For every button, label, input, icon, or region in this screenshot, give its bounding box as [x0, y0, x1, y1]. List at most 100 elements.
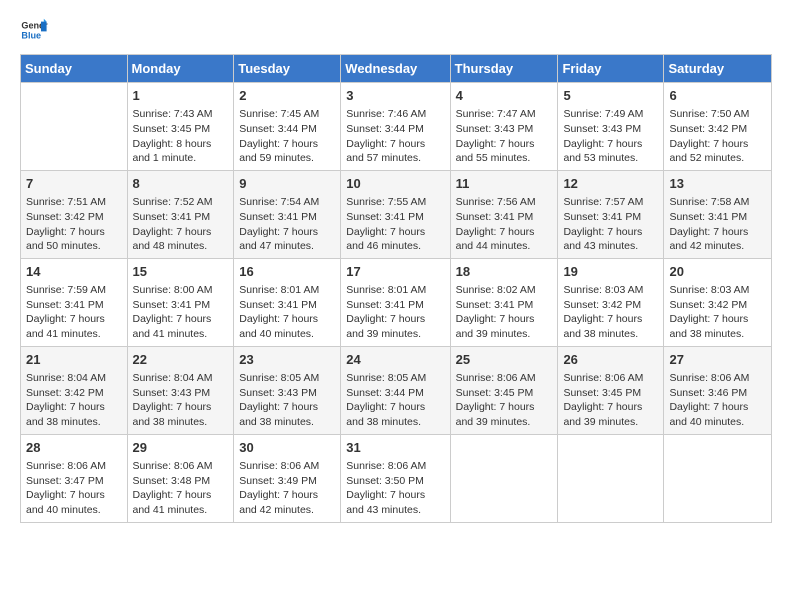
day-info: Sunrise: 8:00 AMSunset: 3:41 PMDaylight:… — [133, 283, 229, 342]
day-info: Sunrise: 8:06 AMSunset: 3:47 PMDaylight:… — [26, 459, 122, 518]
calendar-header-row: SundayMondayTuesdayWednesdayThursdayFrid… — [21, 55, 772, 83]
day-info: Sunrise: 8:05 AMSunset: 3:43 PMDaylight:… — [239, 371, 335, 430]
day-number: 13 — [669, 175, 766, 193]
calendar-cell: 27 Sunrise: 8:06 AMSunset: 3:46 PMDayligh… — [664, 346, 772, 434]
header-cell-monday: Monday — [127, 55, 234, 83]
header-cell-wednesday: Wednesday — [341, 55, 450, 83]
calendar-cell: 25 Sunrise: 8:06 AMSunset: 3:45 PMDayligh… — [450, 346, 558, 434]
svg-text:Blue: Blue — [21, 30, 41, 40]
day-info: Sunrise: 7:54 AMSunset: 3:41 PMDaylight:… — [239, 195, 335, 254]
day-number: 28 — [26, 439, 122, 457]
calendar-cell: 16 Sunrise: 8:01 AMSunset: 3:41 PMDayligh… — [234, 258, 341, 346]
calendar-cell: 13 Sunrise: 7:58 AMSunset: 3:41 PMDayligh… — [664, 170, 772, 258]
calendar-cell: 15 Sunrise: 8:00 AMSunset: 3:41 PMDayligh… — [127, 258, 234, 346]
day-number: 26 — [563, 351, 658, 369]
day-number: 15 — [133, 263, 229, 281]
day-info: Sunrise: 7:56 AMSunset: 3:41 PMDaylight:… — [456, 195, 553, 254]
calendar-cell: 12 Sunrise: 7:57 AMSunset: 3:41 PMDayligh… — [558, 170, 664, 258]
calendar-cell: 24Sunrise: 8:05 AMSunset: 3:44 PMDayligh… — [341, 346, 450, 434]
calendar-week-row: 14 Sunrise: 7:59 AMSunset: 3:41 PMDayligh… — [21, 258, 772, 346]
calendar-cell: 29Sunrise: 8:06 AMSunset: 3:48 PMDayligh… — [127, 434, 234, 522]
calendar-cell: 31Sunrise: 8:06 AMSunset: 3:50 PMDayligh… — [341, 434, 450, 522]
calendar-cell: 3 Sunrise: 7:46 AMSunset: 3:44 PMDaylight… — [341, 83, 450, 171]
day-info: Sunrise: 8:05 AMSunset: 3:44 PMDaylight:… — [346, 371, 444, 430]
day-number: 11 — [456, 175, 553, 193]
calendar-cell — [450, 434, 558, 522]
day-info: Sunrise: 7:46 AMSunset: 3:44 PMDaylight:… — [346, 107, 444, 166]
calendar-cell: 26Sunrise: 8:06 AMSunset: 3:45 PMDayligh… — [558, 346, 664, 434]
day-number: 1 — [133, 87, 229, 105]
header-cell-thursday: Thursday — [450, 55, 558, 83]
day-number: 25 — [456, 351, 553, 369]
page-header: General Blue — [20, 16, 772, 44]
calendar-cell: 28 Sunrise: 8:06 AMSunset: 3:47 PMDayligh… — [21, 434, 128, 522]
calendar-cell: 9 Sunrise: 7:54 AMSunset: 3:41 PMDaylight… — [234, 170, 341, 258]
day-info: Sunrise: 7:50 AMSunset: 3:42 PMDaylight:… — [669, 107, 766, 166]
calendar-cell: 11 Sunrise: 7:56 AMSunset: 3:41 PMDayligh… — [450, 170, 558, 258]
day-info: Sunrise: 7:49 AMSunset: 3:43 PMDaylight:… — [563, 107, 658, 166]
day-info: Sunrise: 8:02 AMSunset: 3:41 PMDaylight:… — [456, 283, 553, 342]
calendar-body: 1Sunrise: 7:43 AMSunset: 3:45 PMDaylight… — [21, 83, 772, 523]
day-number: 21 — [26, 351, 122, 369]
day-info: Sunrise: 8:06 AMSunset: 3:49 PMDaylight:… — [239, 459, 335, 518]
day-number: 29 — [133, 439, 229, 457]
day-number: 5 — [563, 87, 658, 105]
calendar-cell: 30 Sunrise: 8:06 AMSunset: 3:49 PMDayligh… — [234, 434, 341, 522]
header-cell-tuesday: Tuesday — [234, 55, 341, 83]
day-number: 18 — [456, 263, 553, 281]
calendar-week-row: 28 Sunrise: 8:06 AMSunset: 3:47 PMDayligh… — [21, 434, 772, 522]
day-info: Sunrise: 7:57 AMSunset: 3:41 PMDaylight:… — [563, 195, 658, 254]
calendar-cell: 4 Sunrise: 7:47 AMSunset: 3:43 PMDaylight… — [450, 83, 558, 171]
calendar-cell: 2Sunrise: 7:45 AMSunset: 3:44 PMDaylight… — [234, 83, 341, 171]
day-info: Sunrise: 8:01 AMSunset: 3:41 PMDaylight:… — [239, 283, 335, 342]
day-number: 8 — [133, 175, 229, 193]
calendar-cell: 17 Sunrise: 8:01 AMSunset: 3:41 PMDayligh… — [341, 258, 450, 346]
day-number: 31 — [346, 439, 444, 457]
calendar-cell — [664, 434, 772, 522]
calendar-cell: 20Sunrise: 8:03 AMSunset: 3:42 PMDayligh… — [664, 258, 772, 346]
logo: General Blue — [20, 16, 50, 44]
day-number: 17 — [346, 263, 444, 281]
calendar-cell: 19 Sunrise: 8:03 AMSunset: 3:42 PMDayligh… — [558, 258, 664, 346]
day-info: Sunrise: 8:06 AMSunset: 3:46 PMDaylight:… — [669, 371, 766, 430]
day-info: Sunrise: 8:03 AMSunset: 3:42 PMDaylight:… — [669, 283, 766, 342]
calendar-cell: 6 Sunrise: 7:50 AMSunset: 3:42 PMDaylight… — [664, 83, 772, 171]
day-info: Sunrise: 7:51 AMSunset: 3:42 PMDaylight:… — [26, 195, 122, 254]
day-info: Sunrise: 7:55 AMSunset: 3:41 PMDaylight:… — [346, 195, 444, 254]
calendar-cell: 10Sunrise: 7:55 AMSunset: 3:41 PMDayligh… — [341, 170, 450, 258]
day-info: Sunrise: 7:59 AMSunset: 3:41 PMDaylight:… — [26, 283, 122, 342]
day-info: Sunrise: 7:52 AMSunset: 3:41 PMDaylight:… — [133, 195, 229, 254]
day-number: 6 — [669, 87, 766, 105]
calendar-cell: 7Sunrise: 7:51 AMSunset: 3:42 PMDaylight… — [21, 170, 128, 258]
calendar-cell: 22Sunrise: 8:04 AMSunset: 3:43 PMDayligh… — [127, 346, 234, 434]
day-number: 23 — [239, 351, 335, 369]
day-number: 14 — [26, 263, 122, 281]
day-info: Sunrise: 8:03 AMSunset: 3:42 PMDaylight:… — [563, 283, 658, 342]
day-number: 16 — [239, 263, 335, 281]
calendar-week-row: 1Sunrise: 7:43 AMSunset: 3:45 PMDaylight… — [21, 83, 772, 171]
calendar-cell: 8 Sunrise: 7:52 AMSunset: 3:41 PMDaylight… — [127, 170, 234, 258]
day-number: 27 — [669, 351, 766, 369]
header-cell-friday: Friday — [558, 55, 664, 83]
day-info: Sunrise: 8:01 AMSunset: 3:41 PMDaylight:… — [346, 283, 444, 342]
day-info: Sunrise: 8:04 AMSunset: 3:43 PMDaylight:… — [133, 371, 229, 430]
day-number: 2 — [239, 87, 335, 105]
day-info: Sunrise: 7:47 AMSunset: 3:43 PMDaylight:… — [456, 107, 553, 166]
day-number: 4 — [456, 87, 553, 105]
calendar-week-row: 21 Sunrise: 8:04 AMSunset: 3:42 PMDayligh… — [21, 346, 772, 434]
day-info: Sunrise: 8:06 AMSunset: 3:45 PMDaylight:… — [456, 371, 553, 430]
calendar-cell: 21 Sunrise: 8:04 AMSunset: 3:42 PMDayligh… — [21, 346, 128, 434]
calendar-cell: 14 Sunrise: 7:59 AMSunset: 3:41 PMDayligh… — [21, 258, 128, 346]
day-number: 9 — [239, 175, 335, 193]
calendar-table: SundayMondayTuesdayWednesdayThursdayFrid… — [20, 54, 772, 523]
day-number: 30 — [239, 439, 335, 457]
calendar-cell: 1Sunrise: 7:43 AMSunset: 3:45 PMDaylight… — [127, 83, 234, 171]
day-info: Sunrise: 8:04 AMSunset: 3:42 PMDaylight:… — [26, 371, 122, 430]
day-number: 12 — [563, 175, 658, 193]
day-info: Sunrise: 7:58 AMSunset: 3:41 PMDaylight:… — [669, 195, 766, 254]
calendar-cell: 5 Sunrise: 7:49 AMSunset: 3:43 PMDaylight… — [558, 83, 664, 171]
header-cell-sunday: Sunday — [21, 55, 128, 83]
day-number: 19 — [563, 263, 658, 281]
calendar-cell — [21, 83, 128, 171]
day-number: 3 — [346, 87, 444, 105]
